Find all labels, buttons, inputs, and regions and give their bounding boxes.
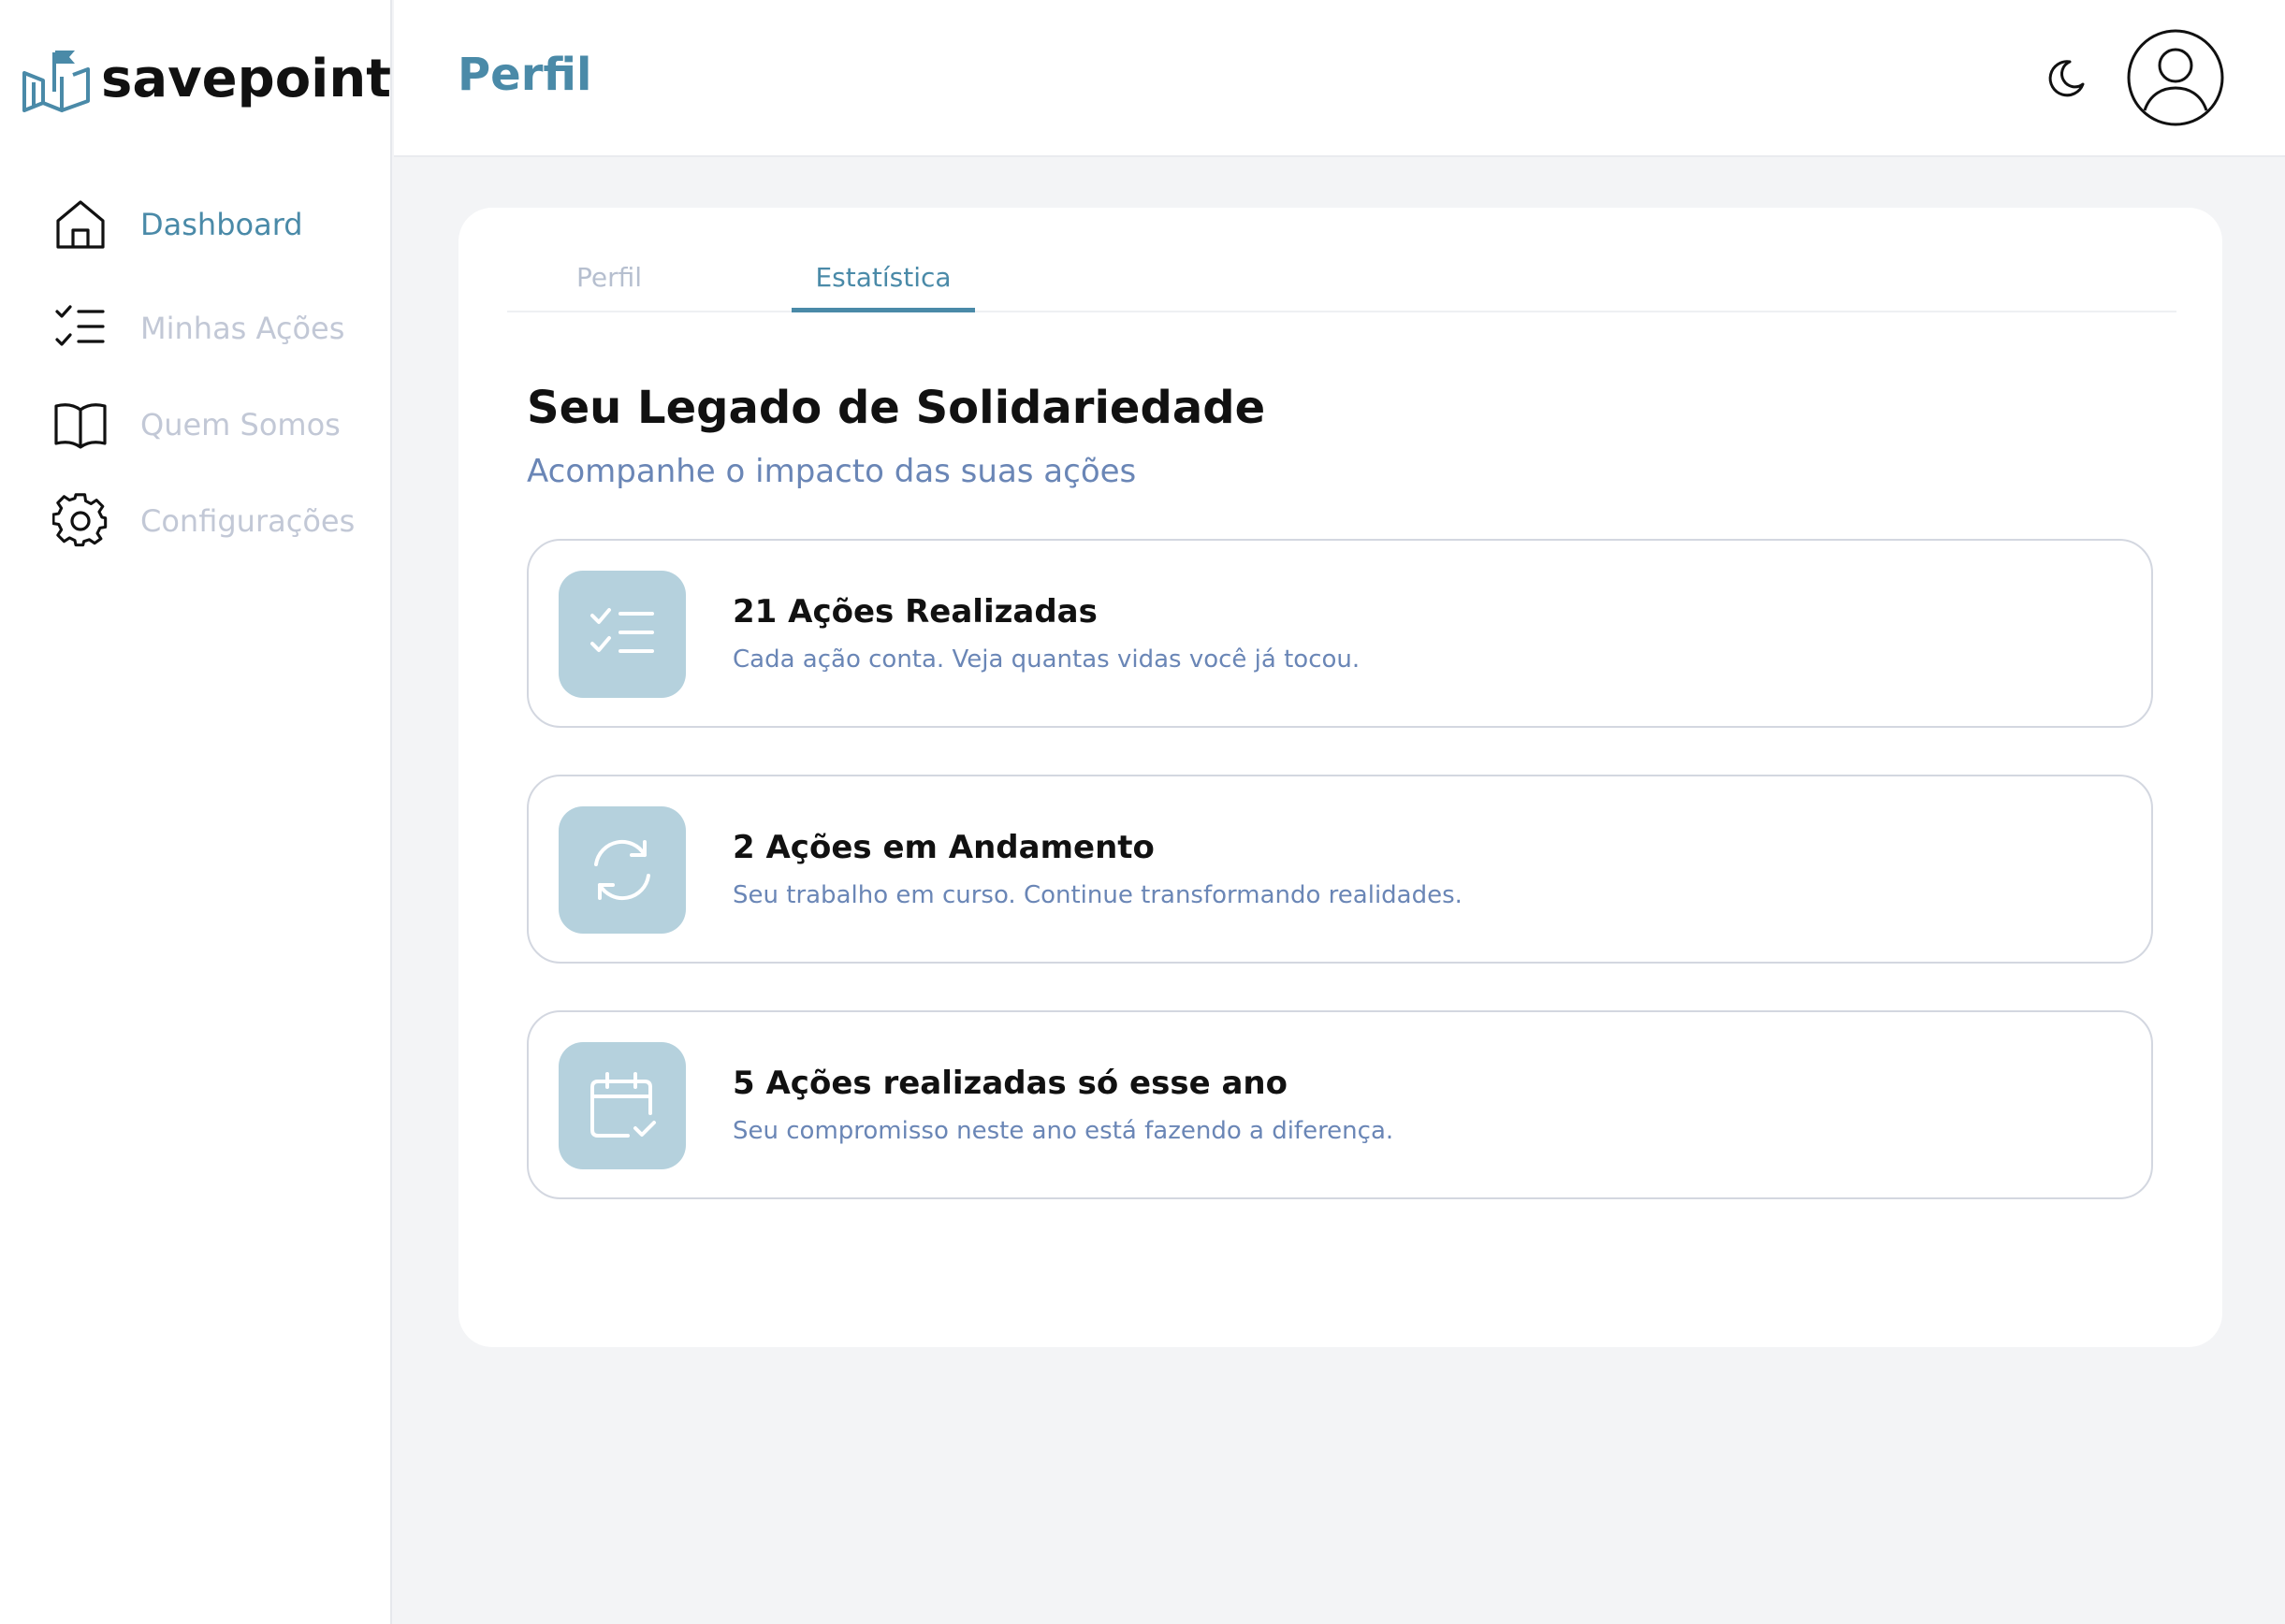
stat-icon-tile [559,571,686,698]
book-icon [54,403,107,449]
stat-title: 2 Ações em Andamento [733,829,1155,866]
sidebar-item-minhas-acoes[interactable]: Minhas Ações [52,300,344,356]
section-title: Seu Legado de Solidariedade [527,382,1266,434]
stat-card-completed: 21 Ações Realizadas Cada ação conta. Vej… [527,539,2153,728]
app-name: savepoint [101,49,391,109]
checklist-icon [55,305,105,346]
sidebar-item-label: Configurações [140,503,356,539]
user-avatar-icon[interactable] [2126,28,2225,127]
app-logo[interactable]: savepoint [21,45,391,114]
tab-bar: Perfil Estatística [507,254,2176,312]
logo-icon [22,51,90,112]
tab-estatistica[interactable]: Estatística [792,254,975,312]
stat-icon-tile [559,1042,686,1169]
sidebar-item-label: Quem Somos [140,407,341,442]
profile-card: Perfil Estatística Seu Legado de Solidar… [458,208,2222,1347]
gear-icon [52,493,108,547]
sidebar-item-dashboard[interactable]: Dashboard [52,196,303,253]
stat-title: 5 Ações realizadas só esse ano [733,1065,1288,1102]
calendar-check-icon [590,1072,656,1138]
stat-description: Seu trabalho em curso. Continue transfor… [733,881,1463,909]
page-title: Perfil [458,49,592,101]
sidebar: savepoint Dashboard Minhas Ações Quem So… [0,0,392,1624]
sidebar-item-label: Minhas Ações [140,311,345,346]
stat-card-in-progress: 2 Ações em Andamento Seu trabalho em cur… [527,775,2153,964]
sidebar-item-configuracoes[interactable]: Configurações [52,493,355,549]
stat-card-this-year: 5 Ações realizadas só esse ano Seu compr… [527,1010,2153,1199]
section-subtitle: Acompanhe o impacto das suas ações [527,453,1137,490]
moon-icon[interactable] [2044,56,2089,101]
stat-description: Seu compromisso neste ano está fazendo a… [733,1117,1394,1145]
stat-icon-tile [559,806,686,934]
home-icon [56,200,105,249]
tab-perfil[interactable]: Perfil [548,254,670,311]
top-header: Perfil [394,0,2285,157]
stat-title: 21 Ações Realizadas [733,593,1098,631]
sidebar-item-label: Dashboard [140,207,303,242]
sidebar-item-quem-somos[interactable]: Quem Somos [52,397,341,453]
stat-description: Cada ação conta. Veja quantas vidas você… [733,645,1361,674]
checklist-icon [590,608,654,653]
refresh-icon [594,839,650,901]
